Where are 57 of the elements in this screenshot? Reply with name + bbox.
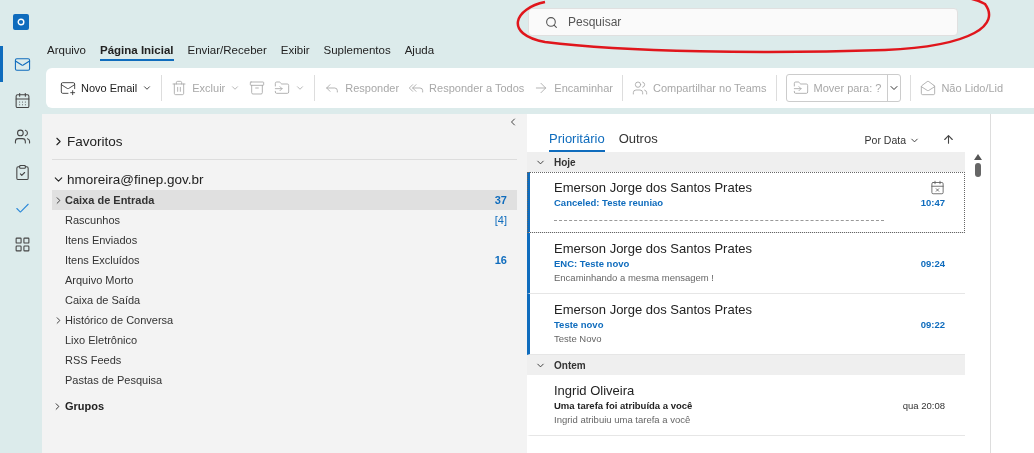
caret-icon (230, 83, 241, 93)
message-item[interactable]: Emerson Jorge dos Santos Prates Canceled: Teste reuniao 10:47 (527, 172, 965, 233)
message-time: 10:47 (920, 197, 945, 208)
folder-item[interactable]: Rascunhos [4] (52, 210, 517, 230)
message-time: 09:22 (920, 319, 945, 330)
group-header[interactable]: Ontem (527, 355, 965, 375)
app-logo-icon (13, 14, 29, 30)
menu-tab[interactable]: Exibir (280, 44, 310, 61)
menu-tab[interactable]: Arquivo (47, 44, 86, 61)
menu-tab[interactable]: Suplementos (323, 44, 391, 61)
search-field[interactable]: Pesquisar (528, 8, 958, 36)
caret-icon (295, 83, 306, 93)
sort-dropdown[interactable]: Por Data (864, 134, 920, 152)
folder-item[interactable]: Itens Enviados (52, 230, 517, 250)
scrollbar-thumb[interactable] (974, 163, 981, 177)
folder-item[interactable]: Itens Excluídos 16 (52, 250, 517, 270)
message-item[interactable]: Emerson Jorge dos Santos Prates ENC: Teste novo 09:24 Encaminhando a mesma mensagem ! (527, 233, 965, 294)
folder-item[interactable]: Pastas de Pesquisa (52, 370, 517, 390)
sender-name: Emerson Jorge dos Santos Prates (554, 241, 752, 256)
message-subject: Teste novo (554, 319, 604, 330)
message-preview: Encaminhando a mesma mensagem ! (554, 272, 715, 283)
folder-item[interactable]: Caixa de Entrada 37 (52, 190, 517, 210)
menu-tab[interactable]: Página Inicial (100, 44, 174, 61)
folder-item[interactable]: Arquivo Morto (52, 270, 517, 290)
archive-icon (249, 80, 266, 96)
message-subject: Uma tarefa foi atribuída a você (554, 400, 693, 411)
message-preview: Ingrid atribuiu uma tarefa a você (554, 414, 692, 425)
folder-arrow-icon (792, 80, 809, 96)
sender-name: Ingrid Oliveira (554, 383, 635, 398)
trash-icon (171, 80, 188, 96)
toolbar-button[interactable]: Novo Email (60, 80, 153, 96)
message-item[interactable]: Ingrid Oliveira Uma tarefa foi atribuída a você qua 20:08 Ingrid atribuiu uma tarefa a você (527, 375, 965, 436)
people-icon (632, 80, 648, 96)
mail-plus-icon (60, 80, 76, 96)
account-header[interactable]: hmoreira@finep.gov.br (67, 172, 204, 187)
groups-header[interactable]: Grupos (65, 400, 105, 412)
group-header[interactable]: Hoje (527, 152, 965, 172)
message-preview: Teste Novo (554, 333, 603, 344)
folder-item[interactable]: Lixo Eletrônico (52, 330, 517, 350)
favorites-header[interactable]: Favoritos (67, 134, 123, 149)
message-subject: Canceled: Teste reuniao (554, 197, 664, 208)
calendar-x-icon (930, 180, 945, 195)
menu-tab[interactable]: Enviar/Receber (187, 44, 267, 61)
folder-item[interactable]: RSS Feeds (52, 350, 517, 370)
folder-item[interactable]: Caixa de Saída (52, 290, 517, 310)
folder-item[interactable]: Histórico de Conversa (52, 310, 517, 330)
message-time: 09:24 (920, 258, 945, 269)
sender-name: Emerson Jorge dos Santos Prates (554, 180, 752, 195)
folder-arrow-icon (274, 80, 291, 96)
message-subject: ENC: Teste novo (554, 258, 630, 269)
search-icon (545, 15, 558, 29)
message-time: qua 20:08 (902, 400, 945, 411)
caret-icon (142, 83, 153, 93)
open-envelope-icon (920, 80, 937, 96)
sender-name: Emerson Jorge dos Santos Prates (554, 302, 752, 317)
list-tab[interactable]: Outros (618, 131, 658, 152)
menu-tab[interactable]: Ajuda (404, 44, 435, 61)
